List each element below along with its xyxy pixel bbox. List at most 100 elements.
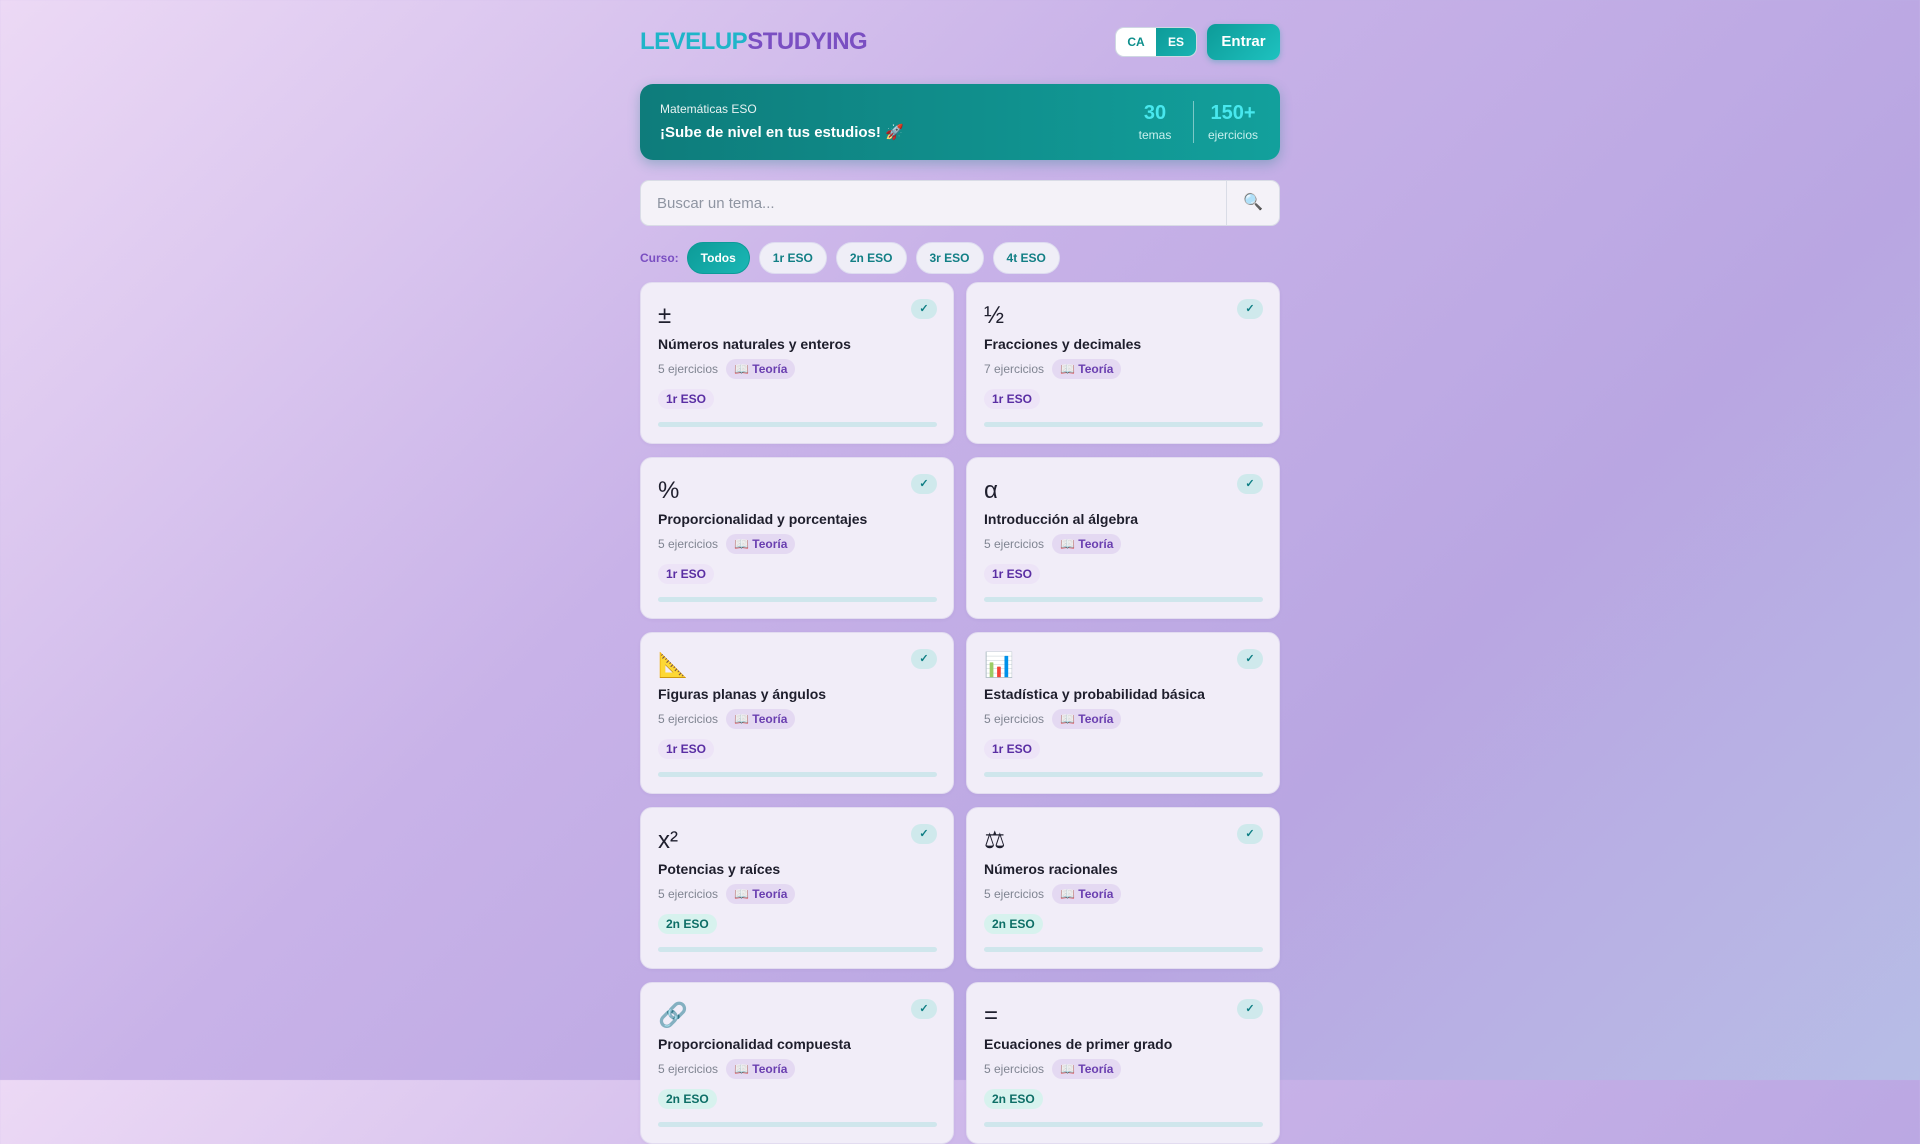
topic-meta: 5 ejercicios 📖 Teoría bbox=[658, 1059, 796, 1079]
stat-exercises-value: 150+ bbox=[1210, 102, 1256, 124]
exercise-count: 5 ejercicios bbox=[984, 712, 1045, 726]
check-icon[interactable]: ✓ bbox=[1237, 824, 1263, 844]
progress-bar bbox=[984, 1122, 1263, 1127]
topic-meta: 5 ejercicios 📖 Teoría bbox=[658, 534, 796, 554]
topic-card[interactable]: ± ✓ Números naturales y enteros 5 ejercicio… bbox=[640, 282, 954, 444]
lang-es-button[interactable]: ES bbox=[1156, 28, 1196, 56]
theory-link[interactable]: 📖 Teoría bbox=[1052, 1059, 1122, 1079]
topic-icon: % bbox=[658, 477, 680, 504]
theory-link[interactable]: 📖 Teoría bbox=[1052, 359, 1122, 379]
header: LEVELUPSTUDYING CA ES Entrar bbox=[640, 24, 1280, 60]
exercise-count: 5 ejercicios bbox=[984, 537, 1045, 551]
theory-link[interactable]: 📖 Teoría bbox=[726, 359, 796, 379]
course-filters: Curso: Todos 1r ESO 2n ESO 3r ESO 4t ESO bbox=[640, 242, 1069, 274]
topic-icon: 📊 bbox=[984, 652, 1014, 679]
topic-title: Proporcionalidad compuesta bbox=[658, 1036, 851, 1052]
stat-topics: 30 temas bbox=[1135, 102, 1175, 142]
stat-topics-label: temas bbox=[1138, 128, 1172, 142]
stat-topics-value: 30 bbox=[1143, 102, 1167, 124]
exercise-count: 5 ejercicios bbox=[658, 537, 719, 551]
theory-link[interactable]: 📖 Teoría bbox=[726, 534, 796, 554]
course-badge: 1r ESO bbox=[658, 389, 715, 409]
filter-label: Curso: bbox=[640, 251, 679, 265]
topic-card[interactable]: = ✓ Ecuaciones de primer grado 5 ejercicios… bbox=[966, 982, 1280, 1144]
banner-subtitle: Matemáticas ESO bbox=[660, 102, 757, 116]
progress-bar bbox=[984, 597, 1263, 602]
stat-exercises-label: ejercicios bbox=[1207, 128, 1258, 142]
topic-title: Proporcionalidad y porcentajes bbox=[658, 511, 868, 527]
topic-card[interactable]: x² ✓ Potencias y raíces 5 ejercicios 📖 Teorí… bbox=[640, 807, 954, 969]
theory-link[interactable]: 📖 Teoría bbox=[726, 884, 796, 904]
topic-grid: ± ✓ Números naturales y enteros 5 ejercicio… bbox=[640, 282, 1280, 1144]
filter-chip[interactable]: Todos bbox=[686, 242, 750, 274]
theory-link[interactable]: 📖 Teoría bbox=[1052, 534, 1122, 554]
topic-card[interactable]: % ✓ Proporcionalidad y porcentajes 5 ejerci… bbox=[640, 457, 954, 619]
filter-chip[interactable]: 3r ESO bbox=[915, 242, 984, 274]
topic-title: Ecuaciones de primer grado bbox=[984, 1036, 1173, 1052]
exercise-count: 7 ejercicios bbox=[984, 362, 1045, 376]
lang-ca-button[interactable]: CA bbox=[1116, 28, 1156, 56]
filter-chip[interactable]: 2n ESO bbox=[835, 242, 907, 274]
theory-link[interactable]: 📖 Teoría bbox=[726, 1059, 796, 1079]
exercise-count: 5 ejercicios bbox=[984, 887, 1045, 901]
topic-card[interactable]: 📐 ✓ Figuras planas y ángulos 5 ejercicios 📖 … bbox=[640, 632, 954, 794]
check-icon[interactable]: ✓ bbox=[911, 299, 937, 319]
theory-link[interactable]: 📖 Teoría bbox=[1052, 884, 1122, 904]
check-icon[interactable]: ✓ bbox=[911, 999, 937, 1019]
check-icon[interactable]: ✓ bbox=[1237, 474, 1263, 494]
banner-title: ¡Sube de nivel en tus estudios! 🚀 bbox=[660, 124, 904, 141]
topic-meta: 7 ejercicios 📖 Teoría bbox=[984, 359, 1122, 379]
progress-bar bbox=[658, 947, 937, 952]
course-badge: 1r ESO bbox=[984, 389, 1041, 409]
exercise-count: 5 ejercicios bbox=[984, 1062, 1045, 1076]
theory-link[interactable]: 📖 Teoría bbox=[726, 709, 796, 729]
course-badge: 2n ESO bbox=[984, 914, 1043, 934]
course-badge: 2n ESO bbox=[658, 914, 717, 934]
filter-chip[interactable]: 4t ESO bbox=[992, 242, 1060, 274]
check-icon[interactable]: ✓ bbox=[911, 474, 937, 494]
check-icon[interactable]: ✓ bbox=[911, 649, 937, 669]
search-input[interactable] bbox=[641, 181, 1221, 225]
theory-link[interactable]: 📖 Teoría bbox=[1052, 709, 1122, 729]
topic-card[interactable]: 🔗 ✓ Proporcionalidad compuesta 5 ejercicios… bbox=[640, 982, 954, 1144]
check-icon[interactable]: ✓ bbox=[1237, 649, 1263, 669]
progress-bar bbox=[658, 422, 937, 427]
logo[interactable]: LEVELUPSTUDYING bbox=[640, 28, 868, 56]
topic-icon: ± bbox=[658, 302, 672, 329]
exercise-count: 5 ejercicios bbox=[658, 887, 719, 901]
topic-card[interactable]: ⚖ ✓ Números racionales 5 ejercicios 📖 Teoría… bbox=[966, 807, 1280, 969]
course-badge: 1r ESO bbox=[658, 739, 715, 759]
topic-card[interactable]: α ✓ Introducción al álgebra 5 ejercicios 📖 T… bbox=[966, 457, 1280, 619]
progress-bar bbox=[658, 1122, 937, 1127]
topic-meta: 5 ejercicios 📖 Teoría bbox=[658, 884, 796, 904]
stat-exercises: 150+ ejercicios bbox=[1203, 102, 1263, 142]
topic-card[interactable]: 📊 ✓ Estadística y probabilidad básica 5 eje… bbox=[966, 632, 1280, 794]
topic-icon: ½ bbox=[984, 302, 1005, 329]
topic-icon: ⚖ bbox=[984, 827, 1006, 854]
topic-title: Introducción al álgebra bbox=[984, 511, 1139, 527]
check-icon[interactable]: ✓ bbox=[1237, 999, 1263, 1019]
filter-chips: Todos 1r ESO 2n ESO 3r ESO 4t ESO bbox=[686, 242, 1069, 274]
login-button[interactable]: Entrar bbox=[1207, 24, 1280, 60]
topic-title: Estadística y probabilidad básica bbox=[984, 686, 1205, 702]
topic-card[interactable]: ½ ✓ Fracciones y decimales 7 ejercicios 📖 Te… bbox=[966, 282, 1280, 444]
progress-bar bbox=[984, 772, 1263, 777]
topic-icon: 📐 bbox=[658, 652, 688, 679]
topic-icon: 🔗 bbox=[658, 1002, 688, 1029]
topic-meta: 5 ejercicios 📖 Teoría bbox=[658, 359, 796, 379]
exercise-count: 5 ejercicios bbox=[658, 712, 719, 726]
topic-title: Números naturales y enteros bbox=[658, 336, 851, 352]
course-badge: 2n ESO bbox=[658, 1089, 717, 1109]
search-icon[interactable]: 🔍 bbox=[1226, 181, 1279, 225]
stat-divider bbox=[1193, 101, 1194, 143]
topic-meta: 5 ejercicios 📖 Teoría bbox=[658, 709, 796, 729]
course-badge: 1r ESO bbox=[984, 564, 1041, 584]
course-badge: 1r ESO bbox=[984, 739, 1041, 759]
logo-studying: STUDYING bbox=[747, 28, 868, 55]
search-box: 🔍 bbox=[640, 180, 1280, 226]
topic-title: Figuras planas y ángulos bbox=[658, 686, 827, 702]
check-icon[interactable]: ✓ bbox=[911, 824, 937, 844]
check-icon[interactable]: ✓ bbox=[1237, 299, 1263, 319]
progress-bar bbox=[658, 772, 937, 777]
filter-chip[interactable]: 1r ESO bbox=[758, 242, 827, 274]
